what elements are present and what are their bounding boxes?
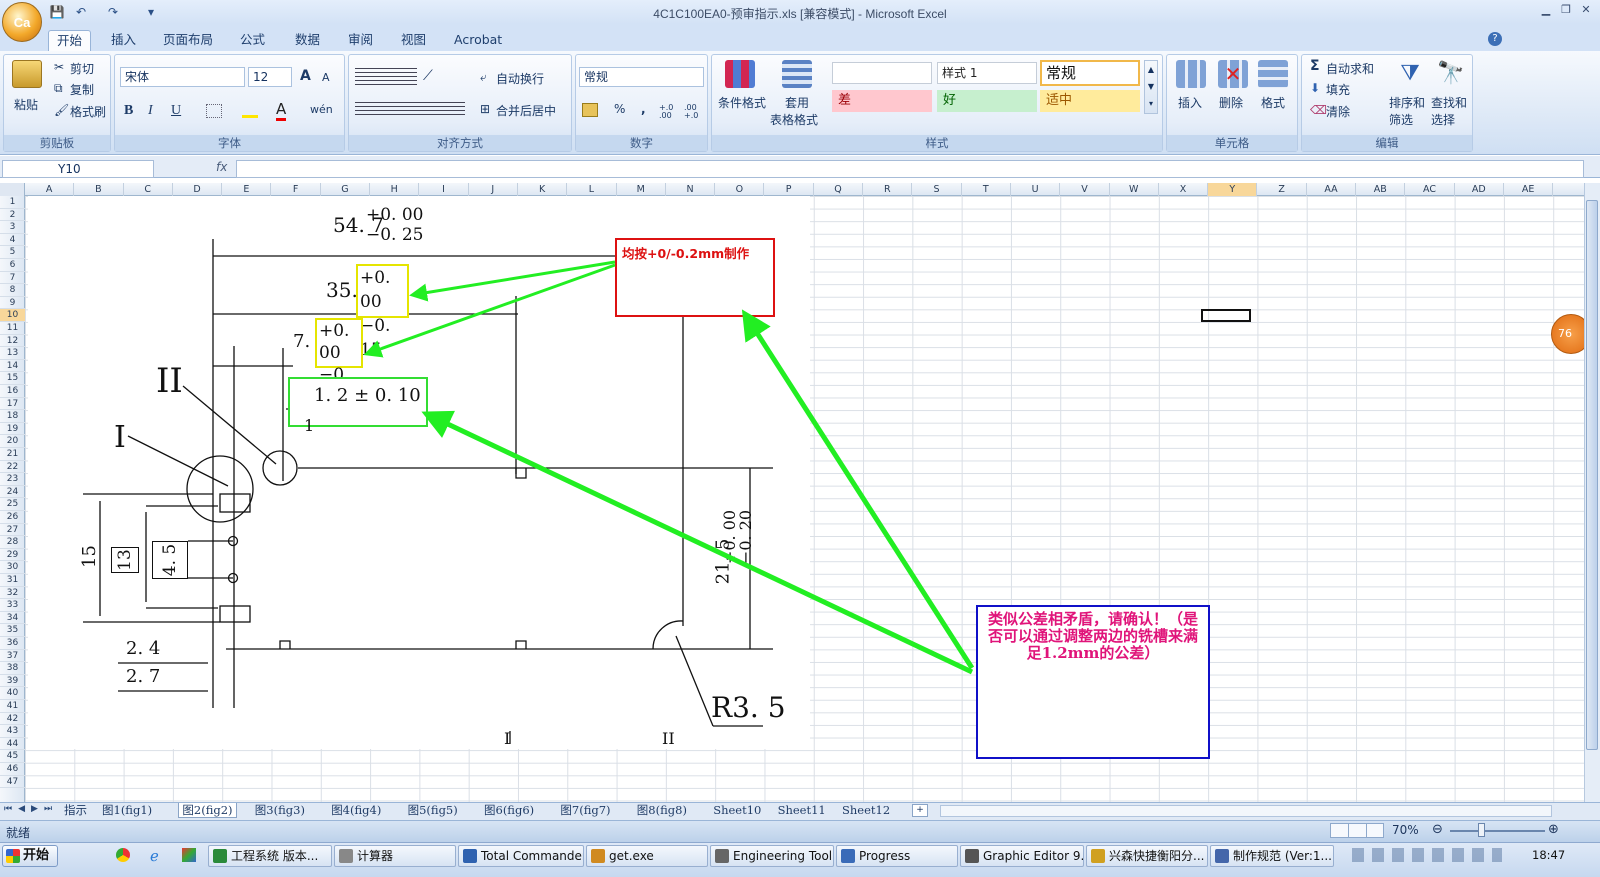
- sheet-tab-5[interactable]: 图5(fig5): [408, 803, 458, 818]
- taskbar-item-3[interactable]: get.exe: [586, 845, 708, 867]
- zoom-slider-thumb[interactable]: [1478, 823, 1485, 837]
- taskbar-item-1[interactable]: 计算器: [334, 845, 456, 867]
- chrome-icon[interactable]: [116, 848, 130, 862]
- annotation-arrows: [363, 260, 975, 675]
- office-button[interactable]: Ca: [2, 2, 42, 42]
- sheet-tab-2[interactable]: 图2(fig2): [178, 803, 237, 818]
- insert-sheet-icon[interactable]: +: [912, 804, 928, 817]
- taskbar-item-label: Graphic Editor 9.0...: [983, 849, 1084, 863]
- zoom-slider[interactable]: [1450, 830, 1545, 832]
- zoom-in-icon[interactable]: ⊕: [1548, 822, 1559, 837]
- zoom-out-icon[interactable]: ⊖: [1432, 822, 1443, 837]
- sheet-tab-6[interactable]: 图6(fig6): [484, 803, 534, 818]
- start-label: 开始: [23, 848, 50, 863]
- status-ready: 就绪: [6, 826, 31, 840]
- sheet-tab-7[interactable]: 图7(fig7): [560, 803, 610, 818]
- vertical-scroll-thumb[interactable]: [1586, 200, 1598, 750]
- zoom-level[interactable]: 70%: [1392, 823, 1419, 837]
- clock: 18:47: [1532, 848, 1566, 862]
- taskbar-app-icon: [591, 849, 605, 863]
- view-buttons[interactable]: [1330, 823, 1384, 838]
- taskbar-app-icon: [1091, 849, 1105, 863]
- taskbar-app-icon: [339, 849, 353, 863]
- taskbar-item-label: 兴森快捷衡阳分...: [1109, 849, 1205, 863]
- taskbar-item-4[interactable]: Engineering Toolki...: [710, 845, 834, 867]
- sheet-tab-11[interactable]: Sheet12: [842, 803, 890, 818]
- sheet-nav-icons[interactable]: ⏮◀▶⏭: [4, 804, 58, 814]
- sheet-tab-4[interactable]: 图4(fig4): [331, 803, 381, 818]
- taskbar-item-label: get.exe: [609, 849, 654, 863]
- taskbar-item-7[interactable]: 兴森快捷衡阳分...: [1086, 845, 1208, 867]
- taskbar-item-6[interactable]: Graphic Editor 9.0...: [960, 845, 1084, 867]
- sheet-tab-0[interactable]: 指示: [64, 803, 87, 818]
- tray-icons[interactable]: [1352, 848, 1502, 862]
- sheet-tab-3[interactable]: 图3(fig3): [255, 803, 305, 818]
- taskbar-item-label: Total Commander...: [481, 849, 584, 863]
- taskbar-item-label: Engineering Toolki...: [733, 849, 833, 863]
- taskbar-item-label: 计算器: [357, 849, 394, 863]
- sheet-tab-10[interactable]: Sheet11: [778, 803, 826, 818]
- ie-icon[interactable]: ℯ: [150, 847, 159, 865]
- taskbar-item-5[interactable]: Progress: [836, 845, 958, 867]
- taskbar-app-icon: [841, 849, 855, 863]
- taskbar-app-icon: [463, 849, 477, 863]
- taskbar-item-label: Progress: [859, 849, 911, 863]
- taskbar-app-icon: [213, 849, 227, 863]
- app-shortcut-icon[interactable]: [182, 848, 196, 862]
- taskbar-item-2[interactable]: Total Commander...: [458, 845, 584, 867]
- taskbar-app-icon: [1215, 849, 1229, 863]
- horizontal-scrollbar[interactable]: [940, 805, 1552, 817]
- taskbar-item-8[interactable]: 制作规范 (Ver:1....: [1210, 845, 1334, 867]
- taskbar-item-label: 制作规范 (Ver:1....: [1233, 849, 1334, 863]
- active-cell-outline[interactable]: [1201, 309, 1251, 322]
- sheet-tab-8[interactable]: 图8(fig8): [637, 803, 687, 818]
- taskbar-item-label: 工程系统 版本...: [231, 849, 319, 863]
- sheet-tab-9[interactable]: Sheet10: [713, 803, 761, 818]
- taskbar-item-0[interactable]: 工程系统 版本...: [208, 845, 332, 867]
- start-button[interactable]: 开始: [2, 845, 58, 867]
- windows-logo-icon: [6, 849, 20, 863]
- taskbar-app-icon: [715, 849, 729, 863]
- taskbar-app-icon: [965, 849, 979, 863]
- sheet-tab-1[interactable]: 图1(fig1): [102, 803, 152, 818]
